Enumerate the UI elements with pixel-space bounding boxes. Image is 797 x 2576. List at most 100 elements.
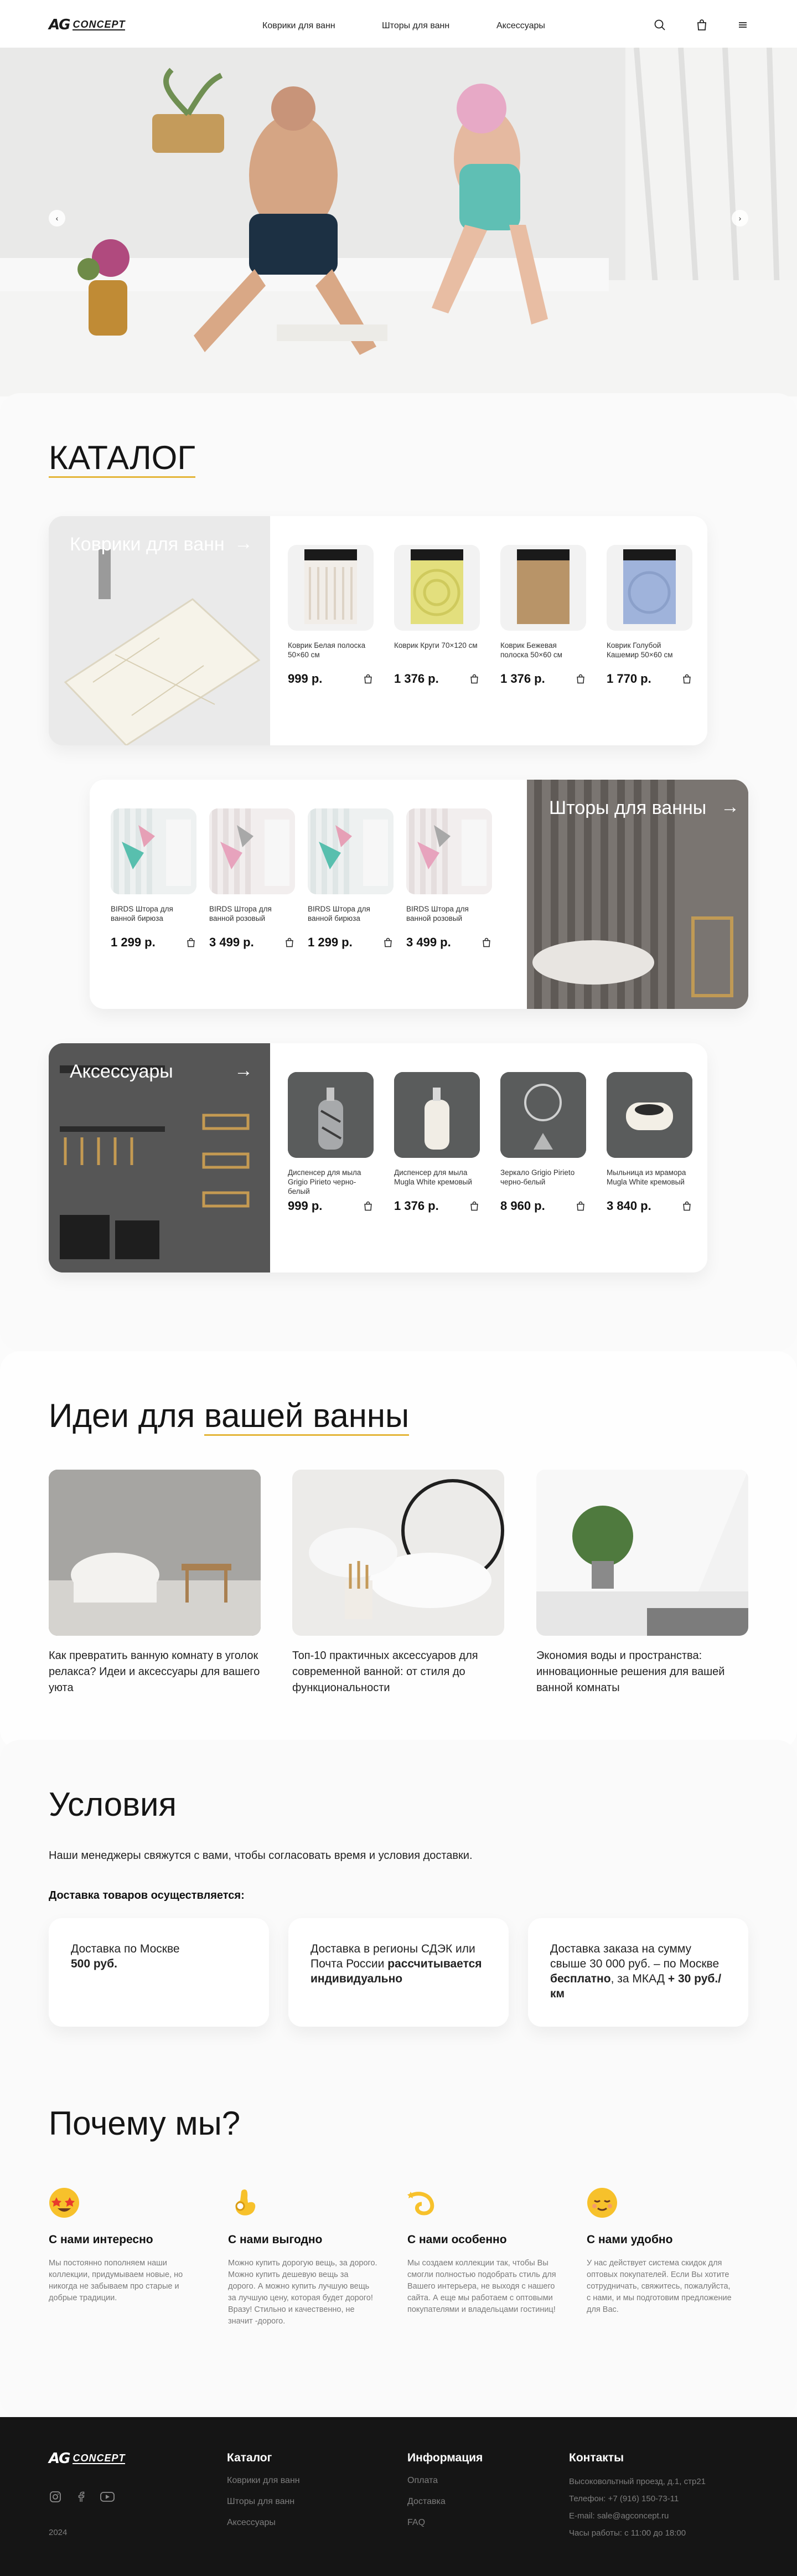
bag-icon[interactable]	[469, 673, 480, 684]
site-footer: AG CONCEPT 2024 Каталог Коврики для ванн…	[0, 2417, 797, 2576]
footer-link-payment[interactable]: Оплата	[407, 2476, 483, 2486]
bag-icon[interactable]	[681, 1201, 692, 1212]
product-card[interactable]: Коврик Белая полоска 50×60 см 999 р.	[288, 545, 374, 686]
why-item: С нами удобно У нас действует система ск…	[587, 2187, 736, 2316]
category-card-mats[interactable]: Коврики для ванн → Коврик Белая полоска …	[49, 516, 707, 745]
product-price: 1 299 р.	[308, 935, 353, 949]
why-title: Почему мы?	[49, 2105, 241, 2142]
bag-icon[interactable]	[575, 673, 586, 684]
why-heading: С нами интересно	[49, 2233, 153, 2246]
category-card-accessories[interactable]: Аксессуары → Диспенсер для мыла Grigio P…	[49, 1043, 707, 1272]
logo-text: CONCEPT	[73, 19, 126, 30]
footer-address: Высоковольтный проезд, д.1, стр21	[569, 2477, 706, 2486]
footer-catalog-heading: Каталог	[227, 2451, 272, 2464]
product-card[interactable]: Диспенсер для мыла Grigio Pirieto черно-…	[288, 1072, 374, 1213]
site-header: AG CONCEPT Коврики для ванн Шторы для ва…	[0, 0, 797, 48]
why-heading: С нами выгодно	[228, 2233, 323, 2246]
condition-card: Доставка заказа на сумму свыше 30 000 ру…	[528, 1918, 748, 2027]
facebook-icon[interactable]	[74, 2490, 87, 2503]
bag-icon[interactable]	[481, 937, 492, 948]
conditions-title: Условия	[49, 1786, 177, 1823]
ideas-title: Идеи для вашей ванны	[49, 1397, 410, 1436]
footer-email[interactable]: E-mail: sale@agconcept.ru	[569, 2511, 706, 2521]
bag-icon[interactable]	[575, 1201, 586, 1212]
why-item: С нами интересно Мы постоянно пополняем …	[49, 2187, 198, 2304]
product-price: 1 770 р.	[607, 672, 651, 686]
idea-photo	[536, 1470, 748, 1636]
idea-text: Топ-10 практичных аксессуаров для соврем…	[292, 1650, 478, 1694]
ideas-title-b: вашей ванны	[204, 1397, 410, 1436]
bag-icon[interactable]	[382, 937, 394, 948]
footer-info-heading: Информация	[407, 2451, 483, 2464]
instagram-icon[interactable]	[49, 2490, 62, 2503]
hero-next-button[interactable]: ›	[732, 210, 748, 226]
category-label-curtains: Шторы для ванны	[549, 797, 707, 818]
logo-text: CONCEPT	[73, 2453, 126, 2464]
product-card[interactable]: Мыльница из мрамора Mugla White кремовый…	[607, 1072, 692, 1213]
search-icon[interactable]	[653, 18, 666, 32]
condition-highlight: бесплатно	[550, 1972, 611, 1985]
bag-icon[interactable]	[363, 673, 374, 684]
product-price: 3 840 р.	[607, 1199, 651, 1213]
footer-link-faq[interactable]: FAQ	[407, 2518, 483, 2528]
product-image	[394, 1072, 480, 1158]
hero-prev-button[interactable]: ‹	[49, 210, 65, 226]
idea-photo	[292, 1470, 504, 1636]
product-name: Коврик Белая полоска 50×60 см	[288, 641, 366, 659]
footer-catalog-column: Каталог Коврики для ванн Шторы для ванн …	[227, 2451, 300, 2528]
product-card[interactable]: Зеркало Grigio Pirieto черно-белый 8 960…	[500, 1072, 586, 1213]
star-struck-emoji-icon	[49, 2188, 79, 2218]
product-card[interactable]: BIRDS Штора для ванной бирюза 1 299 р.	[111, 808, 196, 950]
menu-icon[interactable]	[736, 18, 749, 32]
conditions-section: Условия Наши менеджеры свяжутся с вами, …	[0, 1740, 797, 2418]
nav-item-curtains[interactable]: Шторы для ванн	[382, 21, 449, 31]
product-card[interactable]: BIRDS Штора для ванной бирюза 1 299 р.	[308, 808, 394, 950]
footer-link-delivery[interactable]: Доставка	[407, 2497, 483, 2507]
idea-card[interactable]: Экономия воды и пространства: инновацион…	[536, 1470, 748, 1696]
idea-card[interactable]: Как превратить ванную комнату в уголок р…	[49, 1470, 261, 1696]
product-image	[288, 1072, 374, 1158]
logo[interactable]: AG CONCEPT	[49, 17, 126, 33]
bag-icon[interactable]	[284, 937, 295, 948]
product-name: Диспенсер для мыла Mugla White кремовый	[394, 1168, 472, 1186]
footer-logo[interactable]: AG CONCEPT	[49, 2450, 126, 2467]
footer-phone[interactable]: Телефон: +7 (916) 150-73-11	[569, 2494, 706, 2503]
bag-icon[interactable]	[681, 673, 692, 684]
product-image	[288, 545, 374, 631]
product-card[interactable]: BIRDS Штора для ванной розовый 3 499 р.	[406, 808, 492, 950]
footer-link-mats[interactable]: Коврики для ванн	[227, 2476, 300, 2486]
nav-item-mats[interactable]: Коврики для ванн	[262, 21, 335, 31]
footer-link-curtains[interactable]: Шторы для ванн	[227, 2497, 300, 2507]
product-name: BIRDS Штора для ванной бирюза	[111, 905, 173, 923]
product-price: 1 376 р.	[394, 1199, 439, 1213]
page: AG CONCEPT Коврики для ванн Шторы для ва…	[0, 0, 797, 2576]
product-photo	[500, 1072, 586, 1158]
bag-icon[interactable]	[185, 937, 196, 948]
category-card-curtains[interactable]: Шторы для ванны → BIRDS Штора для ванной…	[90, 780, 748, 1009]
cart-icon[interactable]	[695, 18, 708, 32]
youtube-icon[interactable]	[100, 2490, 115, 2503]
product-price: 1 376 р.	[394, 672, 439, 686]
product-image	[607, 1072, 692, 1158]
nav-item-accessories[interactable]: Аксессуары	[496, 21, 545, 31]
logo-mark: AG	[49, 2450, 70, 2467]
dizzy-emoji-icon	[407, 2192, 434, 2216]
product-photo	[111, 808, 196, 894]
product-card[interactable]: Коврик Бежевая полоска 50×60 см 1 376 р.	[500, 545, 586, 686]
product-name: BIRDS Штора для ванной розовый	[209, 905, 272, 923]
why-heading: С нами удобно	[587, 2233, 673, 2246]
catalog-title-text: КАТАЛОГ	[49, 439, 195, 478]
product-card[interactable]: BIRDS Штора для ванной розовый 3 499 р.	[209, 808, 295, 950]
product-price: 1 376 р.	[500, 672, 545, 686]
why-heading: С нами особенно	[407, 2233, 507, 2246]
ideas-title-a: Идеи для	[49, 1397, 204, 1434]
bag-icon[interactable]	[363, 1201, 374, 1212]
bag-icon[interactable]	[469, 1201, 480, 1212]
product-photo	[607, 1072, 692, 1158]
product-card[interactable]: Коврик Круги 70×120 см 1 376 р.	[394, 545, 480, 686]
footer-link-accessories[interactable]: Аксессуары	[227, 2518, 300, 2528]
product-card[interactable]: Диспенсер для мыла Mugla White кремовый …	[394, 1072, 480, 1213]
product-card[interactable]: Коврик Голубой Кашемир 50×60 см 1 770 р.	[607, 545, 692, 686]
idea-card[interactable]: Топ-10 практичных аксессуаров для соврем…	[292, 1470, 504, 1696]
why-text: Можно купить дорогую вещь, за дорого. Мо…	[228, 2259, 377, 2326]
